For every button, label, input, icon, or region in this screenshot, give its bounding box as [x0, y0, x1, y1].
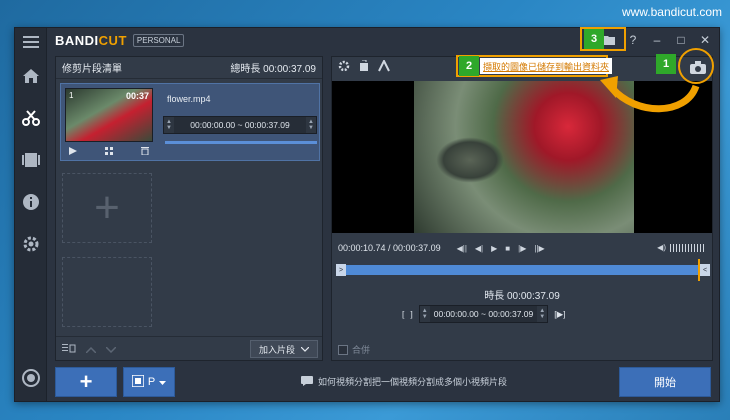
segment-range-field[interactable]: ▲ ▼ 00:00:00.00 ~ 00:00:37.09 ▲ ▼ — [418, 305, 549, 323]
mode-button[interactable]: P — [123, 367, 175, 397]
chevron-down-icon — [159, 376, 167, 388]
volume-slider[interactable] — [670, 243, 704, 252]
time-display: 00:00:10.74 / 00:00:37.09 — [338, 243, 441, 253]
close-button[interactable]: ✕ — [695, 30, 715, 50]
clip-range-text: 00:00:00.00 ~ 00:00:37.09 — [190, 120, 290, 130]
segment-range-text: 00:00:00.00 ~ 00:00:37.09 — [433, 309, 534, 319]
stop-icon[interactable]: ■ — [505, 244, 510, 253]
info-icon[interactable] — [21, 192, 41, 212]
annotation-arrow-icon — [600, 76, 700, 113]
clip-list-header: 修剪片段清單 總時長 00:00:37.09 — [56, 57, 322, 79]
minimize-button[interactable]: – — [647, 30, 667, 50]
chevron-down-icon — [300, 344, 310, 354]
merge-option[interactable]: 合併 — [338, 343, 370, 356]
segment-duration-label: 時長 00:00:37.09 — [484, 291, 560, 302]
play-segment-icon[interactable]: [▶] — [554, 309, 565, 320]
clip-list-title: 修剪片段清單 — [62, 64, 122, 75]
next-frame-icon[interactable]: ||▶ — [534, 244, 544, 253]
merge-checkbox[interactable] — [338, 344, 348, 355]
help-button[interactable]: ? — [623, 30, 643, 50]
mark-in-icon[interactable]: [ — [402, 309, 404, 319]
add-segment-button[interactable]: 加入片段 — [249, 340, 318, 358]
maximize-button[interactable]: □ — [671, 30, 691, 50]
site-url: www.bandicut.com — [621, 5, 722, 19]
timeline-start-handle[interactable]: > — [336, 264, 346, 276]
start-button[interactable]: 開始 — [619, 367, 711, 397]
segment-range-row: [ ] ▲ ▼ 00:00:00.00 ~ 00:00:37.09 ▲ ▼ [▶] — [402, 305, 566, 323]
clip-item[interactable]: 1 00:37 flower.mp4 ▲ ▼ 00:00:00.00 ~ 00:0… — [60, 83, 320, 161]
move-up-icon[interactable] — [85, 340, 97, 358]
record-icon[interactable] — [21, 368, 41, 388]
film-mode-icon — [131, 373, 145, 390]
clip-index: 1 — [69, 91, 74, 100]
sidebar — [15, 28, 47, 401]
chat-icon — [301, 375, 313, 388]
play-icon[interactable] — [69, 142, 77, 160]
mark-out-icon[interactable]: ] — [410, 309, 412, 319]
add-clip-slot[interactable]: + — [62, 173, 152, 243]
playback-row: 00:00:10.74 / 00:00:37.09 ◀|| ◀| ▶ ■ |▶ … — [338, 239, 708, 257]
add-file-button[interactable]: + — [55, 367, 117, 397]
clip-range-field[interactable]: ▲ ▼ 00:00:00.00 ~ 00:00:37.09 ▲ ▼ — [163, 116, 317, 134]
add-segment-label: 加入片段 — [258, 344, 295, 355]
annotation-badge-3: 3 — [584, 29, 604, 49]
mode-label: P — [147, 376, 156, 388]
menu-icon[interactable] — [21, 32, 41, 52]
film-icon[interactable] — [21, 150, 41, 170]
help-link-text: 如何視頻分割把一個視頻分割成多個小視頻片段 — [318, 377, 508, 387]
timeline-end-handle[interactable]: < — [700, 264, 710, 276]
step-back-icon[interactable]: ◀| — [475, 244, 483, 253]
empty-clip-slot — [62, 257, 152, 327]
clip-duration: 00:37 — [125, 91, 149, 101]
merge-label: 合併 — [352, 345, 371, 355]
prev-frame-icon[interactable]: ◀|| — [457, 244, 467, 253]
volume-control[interactable]: ◀) — [657, 243, 704, 252]
clip-controls — [65, 144, 153, 158]
clip-file-name: flower.mp4 — [167, 94, 211, 104]
settings-icon[interactable] — [338, 59, 350, 77]
seg-end-stepper-icon[interactable]: ▲ ▼ — [537, 306, 548, 322]
bottom-bar: + P 如何視頻分割把一個視頻分割成多個小視頻片段 開始 — [47, 365, 719, 401]
start-stepper-icon[interactable]: ▲ ▼ — [164, 117, 174, 133]
plus-icon: + — [94, 183, 120, 232]
total-duration-label: 總時長 00:00:37.09 — [230, 64, 316, 75]
play-icon[interactable]: ▶ — [491, 244, 497, 253]
end-stepper-icon[interactable]: ▲ ▼ — [306, 117, 316, 133]
annotation-badge-2: 2 — [459, 56, 479, 76]
help-link[interactable]: 如何視頻分割把一個視頻分割成多個小視頻片段 — [301, 375, 507, 388]
grid-icon[interactable] — [105, 142, 113, 160]
step-forward-icon[interactable]: |▶ — [518, 244, 526, 253]
clip-list-panel: 修剪片段清單 總時長 00:00:37.09 1 00:37 flower.mp… — [55, 56, 323, 361]
speaker-icon[interactable]: ◀) — [657, 243, 666, 252]
app-logo: BANDICUT — [55, 32, 127, 48]
cut-icon[interactable] — [21, 108, 41, 128]
capture-saved-tip[interactable]: 擷取的圖像已儲存到輸出資料夾 — [480, 58, 613, 74]
move-down-icon[interactable] — [105, 340, 117, 358]
edition-badge: PERSONAL — [132, 33, 185, 47]
trash-icon[interactable] — [141, 142, 149, 160]
clip-thumbnail[interactable]: 1 00:37 — [65, 88, 153, 142]
video-content — [436, 137, 504, 183]
crop-icon[interactable] — [378, 58, 390, 77]
settings-gear-icon[interactable] — [21, 234, 41, 254]
seg-start-stepper-icon[interactable]: ▲ ▼ — [419, 306, 430, 322]
clip-list-footer: 加入片段 — [56, 336, 322, 360]
rotate-icon[interactable] — [358, 59, 370, 77]
list-delete-icon[interactable] — [62, 340, 76, 358]
timeline-bar[interactable]: > < — [336, 259, 710, 281]
clip-progress-bar — [165, 141, 317, 144]
playback-controls: ◀|| ◀| ▶ ■ |▶ ||▶ — [457, 244, 545, 253]
home-icon[interactable] — [21, 66, 41, 86]
